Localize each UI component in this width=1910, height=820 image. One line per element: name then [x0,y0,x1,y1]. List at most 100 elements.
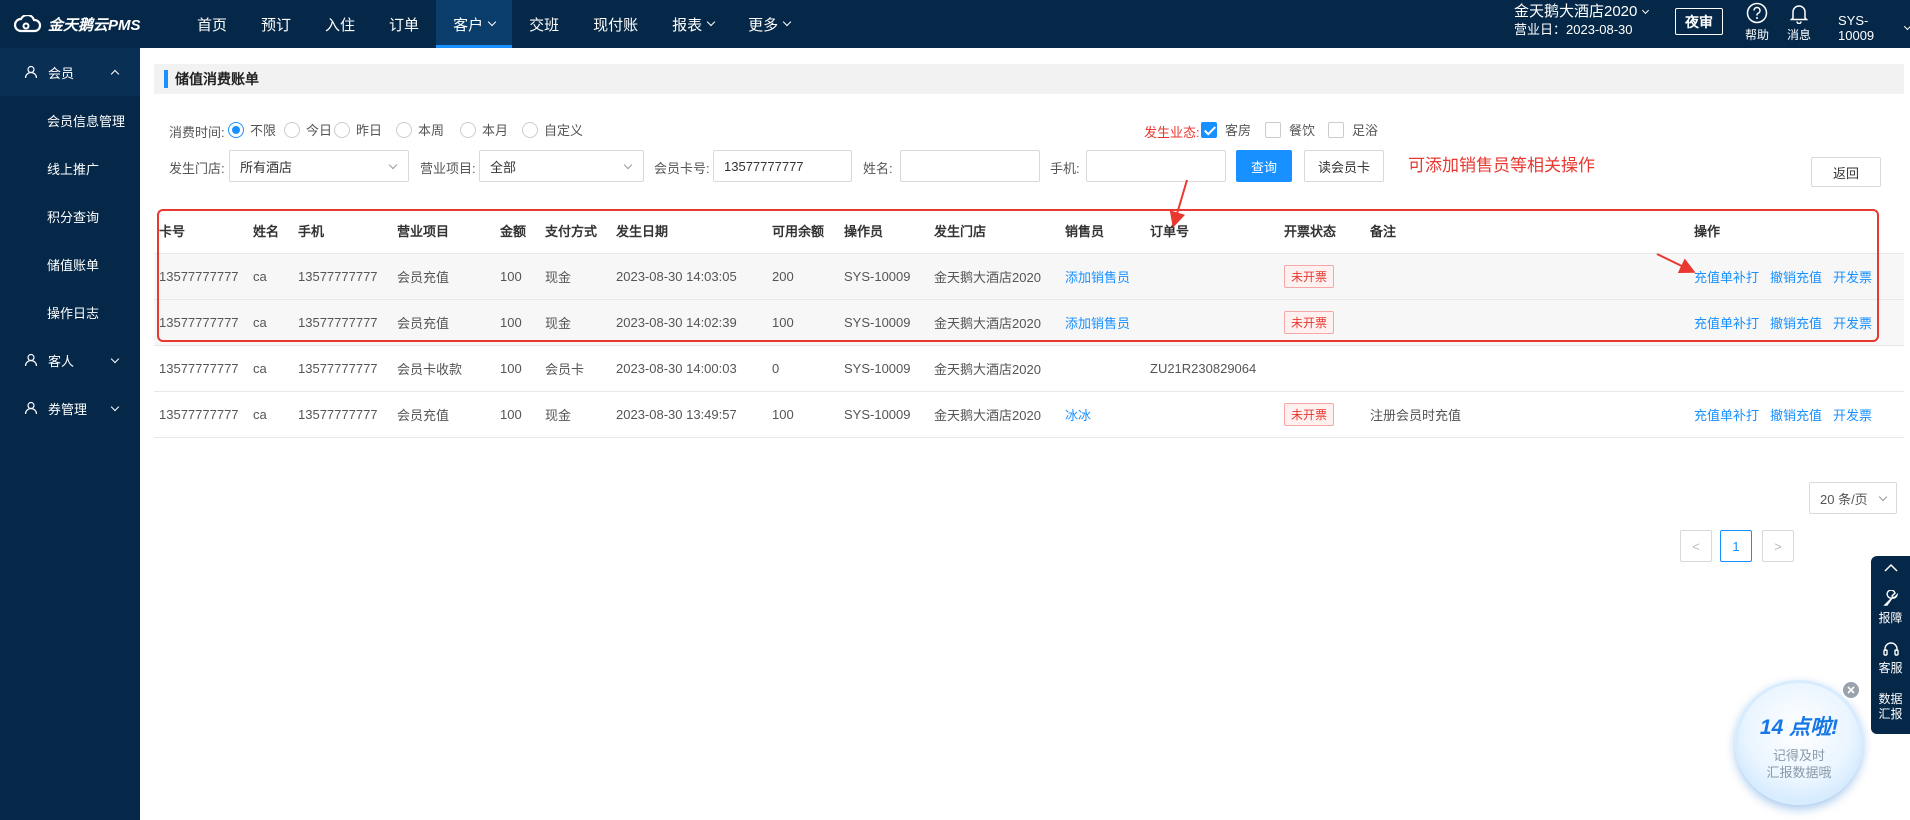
top-navbar: 金天鹅云PMS 首页 预订 入住 订单 客户 交班 现付账 报表 更多 金天鹅大酒店2020 营… [0,0,1910,48]
card-no-value: 13577777777 [724,158,804,174]
table-cell-store: 金天鹅大酒店2020 [934,408,1041,423]
time-radio-0[interactable]: 不限 [228,120,276,139]
table-cell-date: 2023-08-30 14:02:39 [616,315,737,330]
sidebar-item-2[interactable]: 积分查询 [0,192,140,240]
row-action-2[interactable]: 开发票 [1833,405,1872,424]
table-cell-phone: 13577777777 [298,269,378,284]
table-cell-ops: 充值单补打 撤销充值 开发票 [1694,392,1872,437]
query-button[interactable]: 查询 [1236,150,1292,182]
row-action-0[interactable]: 充值单补打 [1694,313,1759,332]
sidebar-group-2[interactable]: 券管理 [0,384,140,432]
row-action-1[interactable]: 撤销充值 [1770,313,1822,332]
nav-item-5[interactable]: 交班 [512,0,576,48]
time-radio-3[interactable]: 本周 [396,120,444,139]
time-radio-1[interactable]: 今日 [284,120,332,139]
table-cell-name: ca [253,361,267,376]
sidebar-item-4[interactable]: 操作日志 [0,288,140,336]
column-header: 备注 [1370,224,1397,239]
biz-type-label: 发生业态: [1144,125,1200,140]
float-toolbar: 报障 客服 数据汇报 [1871,556,1910,734]
time-radio-5[interactable]: 自定义 [522,120,583,139]
row-actions: 充值单补打 撤销充值 开发票 [1694,267,1872,286]
name-input[interactable] [900,150,1040,182]
page-size-select[interactable]: 20 条/页 [1809,482,1897,514]
row-action-2[interactable]: 开发票 [1833,313,1872,332]
row-actions: 充值单补打 撤销充值 开发票 [1694,405,1872,424]
nav-item-2[interactable]: 入住 [308,0,372,48]
seller-link[interactable]: 添加销售员 [1065,267,1130,286]
store-select[interactable]: 所有酒店 [229,150,409,182]
row-action-1[interactable]: 撤销充值 [1770,405,1822,424]
sidebar-group-1[interactable]: 客人 [0,336,140,384]
table-row: 13577777777 ca 13577777777 会员充值 100 现金 2023-08… [154,254,1904,300]
help-button[interactable]: 帮助 [1741,2,1773,43]
user-menu[interactable]: SYS-10009 [1838,13,1910,43]
time-radio-label: 本周 [418,123,445,138]
nav-item-1[interactable]: 预订 [244,0,308,48]
table-cell-pay: 现金 [545,270,572,285]
nav-item-label: 首页 [197,16,228,34]
phone-label: 手机: [1050,161,1080,176]
phone-input[interactable] [1086,150,1226,182]
row-action-0[interactable]: 充值单补打 [1694,267,1759,286]
chevron-down-icon [1904,22,1910,30]
project-select[interactable]: 全部 [479,150,644,182]
seller-link[interactable]: 添加销售员 [1065,313,1130,332]
row-action-1[interactable]: 撤销充值 [1770,267,1822,286]
sidebar-group-0[interactable]: 会员 [0,48,140,96]
row-actions: 充值单补打 撤销充值 开发票 [1694,313,1872,332]
column-header: 订单号 [1150,224,1190,239]
next-page-button[interactable]: > [1762,530,1794,562]
time-radio-2[interactable]: 昨日 [334,120,382,139]
app-logo[interactable]: 金天鹅云PMS [14,10,141,38]
row-action-2[interactable]: 开发票 [1833,267,1872,286]
seller-link[interactable]: 冰冰 [1065,405,1091,424]
table-cell-amount: 100 [500,361,522,376]
prev-page-button[interactable]: < [1680,530,1712,562]
back-button[interactable]: 返回 [1811,157,1881,187]
column-header: 销售员 [1065,224,1105,239]
hotel-selector[interactable]: 金天鹅大酒店2020 营业日：2023-08-30 [1514,3,1650,39]
nav-item-6[interactable]: 现付账 [576,0,655,48]
night-audit-button[interactable]: 夜审 [1675,8,1723,35]
data-report-button[interactable]: 数据汇报 [1871,692,1910,722]
table-cell-phone: 13577777777 [298,407,378,422]
card-no-input[interactable]: 13577777777 [713,150,852,182]
time-radio-label: 本月 [482,123,509,138]
nav-item-3[interactable]: 订单 [372,0,436,48]
nav-item-0[interactable]: 首页 [180,0,244,48]
row-action-0[interactable]: 充值单补打 [1694,405,1759,424]
nav-item-label: 更多 [748,16,779,34]
customer-service-button[interactable]: 客服 [1871,640,1910,676]
biz-checkbox-label: 足浴 [1352,123,1379,138]
biz-checkbox-0[interactable]: 客房 [1201,120,1251,139]
message-button[interactable]: 消息 [1783,2,1815,43]
table-cell-project: 会员充值 [397,270,450,285]
nav-item-4[interactable]: 客户 [436,0,513,48]
close-reminder-button[interactable] [1841,680,1861,700]
sidebar-item-0[interactable]: 会员信息管理 [0,96,140,144]
read-card-button[interactable]: 读会员卡 [1304,150,1384,182]
sidebar-item-1[interactable]: 线上推广 [0,144,140,192]
report-issue-button[interactable]: 报障 [1871,590,1910,626]
billing-table: 卡号 姓名 手机 营业项目 金额 支付方式 发生日期 可用余额 操作员 发生门店 销售员 订单号 开票状… [154,208,1904,438]
headset-icon [1882,642,1899,656]
radio-circle [396,121,412,138]
time-radio-label: 今日 [306,123,333,138]
time-radio-4[interactable]: 本月 [460,120,508,139]
chevron-down-icon [623,160,633,170]
reminder-badge[interactable]: 14 点啦! 记得及时 汇报数据哦 [1735,680,1863,810]
chevron-down-icon [1642,6,1650,14]
biz-checkbox-2[interactable]: 足浴 [1328,120,1378,139]
column-header: 金额 [500,224,527,239]
page-1-button[interactable]: 1 [1720,530,1752,562]
close-icon [1847,686,1855,694]
scroll-top-button[interactable] [1871,562,1910,577]
table-cell-card: 13577777777 [159,269,239,284]
biz-checkbox-1[interactable]: 餐饮 [1265,120,1315,139]
invoice-status-badge: 未开票 [1284,403,1335,426]
sidebar-item-3[interactable]: 储值账单 [0,240,140,288]
wrench-icon [1882,590,1898,606]
nav-item-7[interactable]: 报表 [655,0,731,48]
nav-item-8[interactable]: 更多 [731,0,807,48]
